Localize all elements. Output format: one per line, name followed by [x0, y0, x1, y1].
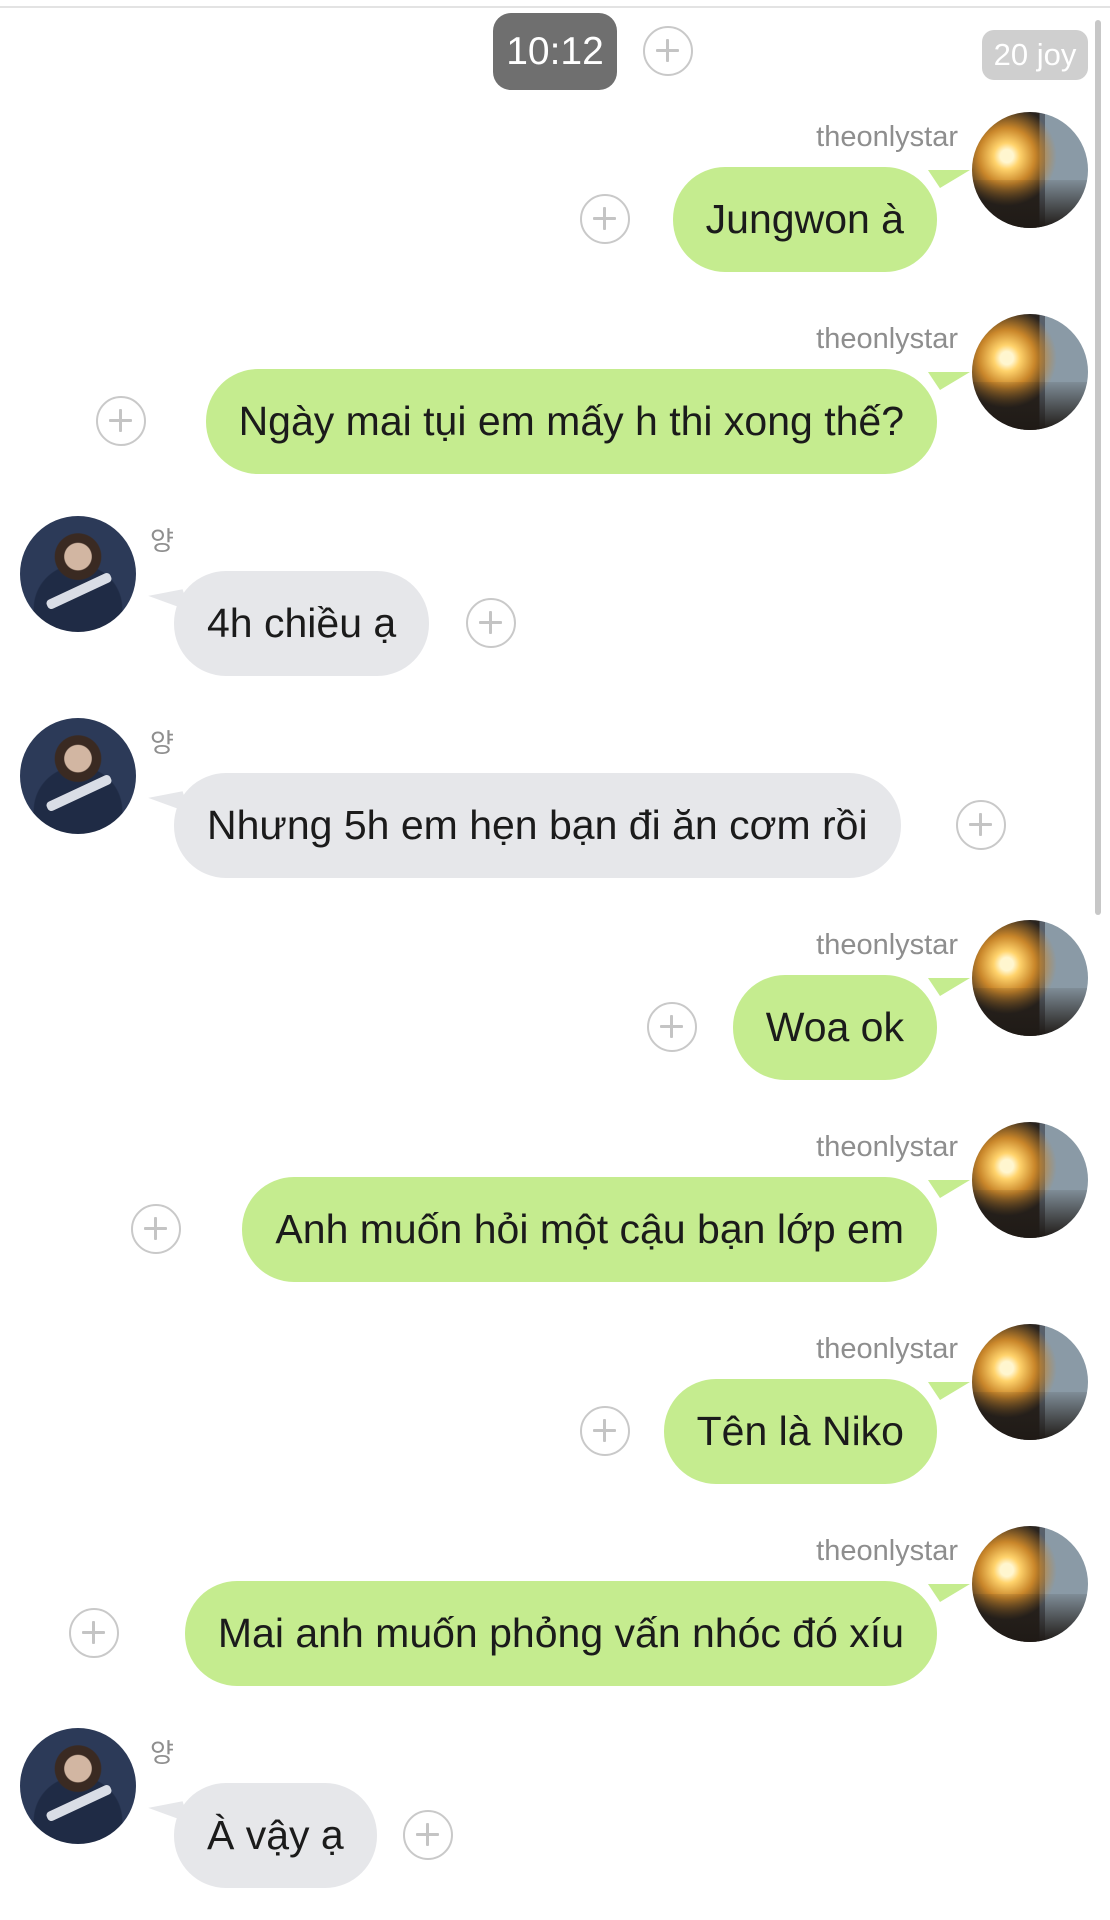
message-row: 양 À vậy ạ — [0, 1728, 1110, 1888]
sender-name: 양 — [150, 1738, 174, 1768]
message-bubble[interactable]: Ngày mai tụi em mấy h thi xong thế? — [205, 369, 937, 474]
message-row: 양 Nhưng 5h em hẹn bạn đi ăn cơm rồi — [0, 718, 1110, 878]
message-row: theonlystar Tên là Niko — [0, 1324, 1110, 1484]
bubble-tail — [928, 372, 970, 390]
message-bubble[interactable]: Woa ok — [732, 975, 937, 1080]
bubble-tail — [928, 1584, 970, 1602]
add-reaction-icon[interactable] — [69, 1608, 119, 1658]
sender-name: theonlystar — [816, 121, 958, 153]
add-reaction-icon[interactable] — [580, 194, 630, 244]
avatar[interactable] — [972, 112, 1088, 228]
add-reaction-icon[interactable] — [466, 598, 516, 648]
message-row: theonlystar Mai anh muốn phỏng vấn nhóc … — [0, 1526, 1110, 1686]
message-row: theonlystar Jungwon à — [0, 112, 1110, 272]
add-reaction-icon[interactable] — [643, 26, 693, 76]
add-reaction-icon[interactable] — [956, 800, 1006, 850]
message-row: theonlystar Anh muốn hỏi một cậu bạn lớp… — [0, 1122, 1110, 1282]
message-bubble[interactable]: À vậy ạ — [174, 1783, 377, 1888]
message-row: theonlystar Ngày mai tụi em mấy h thi xo… — [0, 314, 1110, 474]
avatar[interactable] — [972, 1526, 1088, 1642]
avatar[interactable] — [972, 1324, 1088, 1440]
sender-name: theonlystar — [816, 1535, 958, 1567]
avatar[interactable] — [972, 314, 1088, 430]
add-reaction-icon[interactable] — [403, 1810, 453, 1860]
sender-name: theonlystar — [816, 929, 958, 961]
sender-name: theonlystar — [816, 1131, 958, 1163]
counter-badge[interactable]: 20 joy — [982, 30, 1088, 80]
sender-name: 양 — [150, 526, 174, 556]
add-reaction-icon[interactable] — [96, 396, 146, 446]
message-bubble[interactable]: 4h chiều ạ — [174, 571, 430, 676]
add-reaction-icon[interactable] — [580, 1406, 630, 1456]
add-reaction-icon[interactable] — [647, 1002, 697, 1052]
add-reaction-icon[interactable] — [131, 1204, 181, 1254]
bubble-tail — [928, 170, 970, 188]
avatar[interactable] — [20, 516, 136, 632]
sender-name: 양 — [150, 728, 174, 758]
message-bubble[interactable]: Jungwon à — [672, 167, 937, 272]
sender-name: theonlystar — [816, 1333, 958, 1365]
avatar[interactable] — [972, 1122, 1088, 1238]
sender-name: theonlystar — [816, 323, 958, 355]
message-row: theonlystar Woa ok — [0, 920, 1110, 1080]
message-bubble[interactable]: Tên là Niko — [663, 1379, 937, 1484]
avatar[interactable] — [20, 718, 136, 834]
bubble-tail — [928, 1382, 970, 1400]
avatar[interactable] — [972, 920, 1088, 1036]
message-bubble[interactable]: Nhưng 5h em hẹn bạn đi ăn cơm rồi — [174, 773, 901, 878]
message-bubble[interactable]: Mai anh muốn phỏng vấn nhóc đó xíu — [184, 1581, 937, 1686]
bubble-tail — [928, 1180, 970, 1198]
message-bubble[interactable]: Anh muốn hỏi một cậu bạn lớp em — [242, 1177, 937, 1282]
message-row: 양 4h chiều ạ — [0, 516, 1110, 676]
top-divider — [0, 6, 1110, 8]
bubble-tail — [928, 978, 970, 996]
avatar[interactable] — [20, 1728, 136, 1844]
timestamp-pill: 10:12 — [493, 13, 617, 90]
